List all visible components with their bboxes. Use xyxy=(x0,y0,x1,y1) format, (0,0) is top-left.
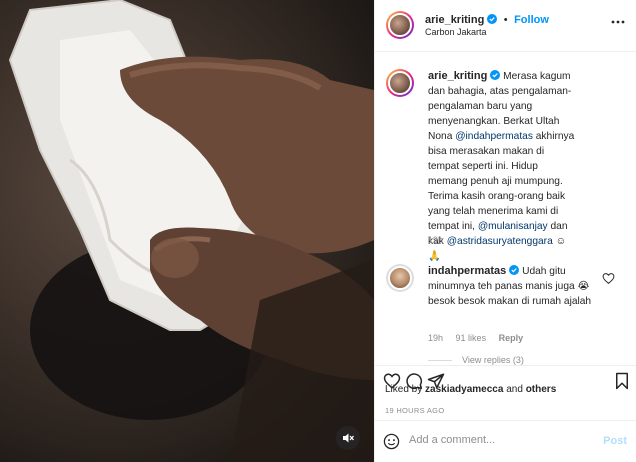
commenter-username[interactable]: indahpermatas xyxy=(428,265,506,277)
post-media-video[interactable] xyxy=(0,0,374,462)
reply-button[interactable]: Reply xyxy=(499,333,524,343)
add-comment-bar: Post xyxy=(375,420,636,462)
comment-meta: 19h 91 likes Reply xyxy=(428,333,523,343)
author-avatar[interactable] xyxy=(386,11,414,39)
caption-username[interactable]: arie_kriting xyxy=(428,70,487,82)
commenter-avatar[interactable] xyxy=(386,264,414,292)
liked-by-summary: Liked by zaskiadyamecca and others xyxy=(385,384,556,395)
mention-link[interactable]: @astridasuryatenggara xyxy=(447,236,553,247)
post-timestamp[interactable]: 19 HOURS AGO xyxy=(385,406,444,415)
save-bookmark-icon[interactable] xyxy=(613,372,631,390)
liked-by-others[interactable]: others xyxy=(526,384,557,395)
post-caption: arie_kriting Merasa kagum dan bahagia, a… xyxy=(428,69,578,264)
mention-link[interactable]: @indahpermatas xyxy=(455,131,533,142)
emoji-smiley-icon[interactable] xyxy=(383,433,400,450)
more-options-icon[interactable] xyxy=(611,20,625,24)
add-comment-input[interactable] xyxy=(407,433,591,447)
mute-toggle-button[interactable] xyxy=(336,426,360,450)
follow-button[interactable]: Follow xyxy=(514,14,549,26)
post-header: arie_kriting • Follow Carbon Jakarta xyxy=(375,0,636,52)
separator-dot: • xyxy=(503,14,508,26)
view-replies-label: View replies (3) xyxy=(462,355,524,365)
verified-badge-icon xyxy=(509,265,520,275)
view-replies-divider xyxy=(428,360,452,362)
video-frame-illustration xyxy=(8,0,374,462)
verified-badge-icon xyxy=(490,70,501,80)
caption-time[interactable]: 19h xyxy=(428,235,443,245)
view-replies-button[interactable]: View replies (3) xyxy=(428,355,524,365)
post-comment-button[interactable]: Post xyxy=(603,435,627,447)
comment-time[interactable]: 19h xyxy=(428,333,443,343)
comment-likes[interactable]: 91 likes xyxy=(456,333,487,343)
speaker-muted-icon xyxy=(343,433,354,443)
liked-by-suffix: and xyxy=(503,384,526,395)
comments-section[interactable]: arie_kriting Merasa kagum dan bahagia, a… xyxy=(375,53,636,365)
caption-text-part: akhirnya bisa merasakan makan di tempat … xyxy=(428,131,575,232)
liked-by-user[interactable]: zaskiadyamecca xyxy=(425,384,503,395)
caption-author-avatar[interactable] xyxy=(386,69,414,97)
post-side-panel: arie_kriting • Follow Carbon Jakarta ari… xyxy=(374,0,636,462)
post-location[interactable]: Carbon Jakarta xyxy=(425,27,487,37)
comment-item: indahpermatas Udah gitu minumnya teh pan… xyxy=(428,264,598,309)
liked-by-prefix: Liked by xyxy=(385,384,426,395)
verified-badge-icon xyxy=(487,14,498,24)
comment-like-heart-icon[interactable] xyxy=(602,272,615,285)
mention-link[interactable]: @mulanisanjay xyxy=(478,221,548,232)
author-username[interactable]: arie_kriting xyxy=(425,14,484,26)
